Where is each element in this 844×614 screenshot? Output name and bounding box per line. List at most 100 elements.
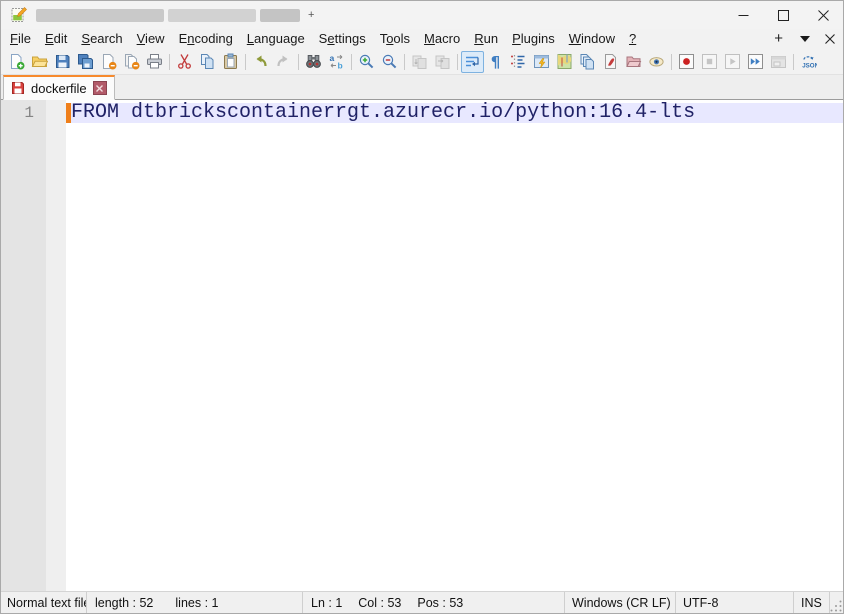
window-title-mark: + — [308, 9, 314, 21]
status-doc-type: Normal text file — [1, 592, 87, 613]
text-content[interactable]: FROM dtbrickscontainerrgt.azurecr.io/pyt… — [71, 100, 843, 591]
app-icon — [10, 6, 28, 24]
menu-macro[interactable]: Macro — [417, 29, 467, 49]
new-tab-button[interactable]: + — [766, 30, 791, 48]
status-lines: lines : 1 — [175, 596, 218, 610]
status-pos: Pos : 53 — [417, 596, 463, 610]
menu-language[interactable]: Language — [240, 29, 312, 49]
maximize-icon — [778, 10, 789, 21]
open-file-icon[interactable] — [28, 51, 51, 73]
maximize-button[interactable] — [763, 1, 803, 29]
status-ln: Ln : 1 — [311, 596, 342, 610]
toolbar-separator — [671, 54, 672, 70]
title-bar: + — [1, 1, 843, 29]
window-title-redacted — [36, 9, 164, 22]
menu-file[interactable]: File — [3, 29, 38, 49]
tab-dockerfile[interactable]: dockerfile — [3, 75, 115, 100]
svg-text:a: a — [330, 53, 335, 63]
word-wrap-icon[interactable] — [461, 51, 484, 73]
zoom-in-icon[interactable] — [355, 51, 378, 73]
close-all-icon[interactable] — [120, 51, 143, 73]
save-all-icon[interactable] — [74, 51, 97, 73]
status-eol-format[interactable]: Windows (CR LF) — [565, 592, 676, 613]
copy-icon[interactable] — [196, 51, 219, 73]
menu-bar: File Edit Search View Encoding Language … — [1, 29, 843, 49]
folder-as-workspace-icon[interactable] — [622, 51, 645, 73]
status-bar: Normal text file length : 52 lines : 1 L… — [1, 591, 843, 613]
status-encoding[interactable]: UTF-8 — [676, 592, 794, 613]
sync-vertical-scroll-icon[interactable] — [408, 51, 431, 73]
toolbar-separator — [298, 54, 299, 70]
document-list-icon[interactable] — [576, 51, 599, 73]
macro-run-multiple-icon[interactable] — [744, 51, 767, 73]
document-edit-icon[interactable] — [599, 51, 622, 73]
show-all-characters-icon[interactable]: ¶ — [484, 51, 507, 73]
function-list-icon[interactable] — [530, 51, 553, 73]
paste-icon[interactable] — [219, 51, 242, 73]
cut-icon[interactable] — [173, 51, 196, 73]
menu-help[interactable]: ? — [622, 29, 643, 49]
status-insert-mode[interactable]: INS — [794, 592, 830, 613]
monitoring-icon[interactable] — [645, 51, 668, 73]
tab-label: dockerfile — [31, 81, 87, 96]
new-file-icon[interactable] — [5, 51, 28, 73]
menu-edit[interactable]: Edit — [38, 29, 74, 49]
resize-grip[interactable] — [830, 592, 843, 613]
print-icon[interactable] — [143, 51, 166, 73]
menu-view[interactable]: View — [130, 29, 172, 49]
redo-icon[interactable] — [272, 51, 295, 73]
line-number-gutter: 1 — [1, 100, 46, 591]
toolbar-separator — [245, 54, 246, 70]
status-doc-size: length : 52 lines : 1 — [87, 592, 303, 613]
menu-encoding[interactable]: Encoding — [172, 29, 240, 49]
close-file-icon[interactable] — [97, 51, 120, 73]
show-indent-guide-icon[interactable] — [507, 51, 530, 73]
tab-close-button[interactable] — [93, 81, 107, 95]
menu-search[interactable]: Search — [74, 29, 129, 49]
window-title-redacted — [168, 9, 256, 22]
svg-text:JSON: JSON — [802, 63, 817, 70]
tab-close-icon — [96, 85, 103, 92]
window-title-redacted — [260, 9, 300, 22]
menu-settings[interactable]: Settings — [312, 29, 373, 49]
menu-run[interactable]: Run — [467, 29, 505, 49]
close-tab-icon — [825, 34, 835, 44]
resize-grip-icon — [830, 600, 843, 613]
menu-window[interactable]: Window — [562, 29, 622, 49]
find-icon[interactable] — [302, 51, 325, 73]
macro-stop-icon[interactable] — [698, 51, 721, 73]
minimize-icon — [738, 10, 749, 21]
close-button[interactable] — [803, 1, 843, 29]
bookmark-margin[interactable] — [46, 100, 66, 591]
line-number: 1 — [1, 103, 46, 123]
macro-save-icon[interactable] — [767, 51, 790, 73]
notepad-plus-plus-window: + File Edit Search View Encoding Languag… — [0, 0, 844, 614]
tab-list-dropdown-icon[interactable] — [800, 36, 810, 42]
code-line-1[interactable]: FROM dtbrickscontainerrgt.azurecr.io/pyt… — [71, 103, 843, 123]
toolbar-separator — [404, 54, 405, 70]
toolbar-separator — [169, 54, 170, 70]
toolbar: ab ¶ JSON — [1, 49, 843, 75]
menu-plugins[interactable]: Plugins — [505, 29, 562, 49]
json-viewer-icon[interactable]: JSON — [797, 51, 820, 73]
macro-record-icon[interactable] — [675, 51, 698, 73]
undo-icon[interactable] — [249, 51, 272, 73]
document-map-icon[interactable] — [553, 51, 576, 73]
toolbar-separator — [351, 54, 352, 70]
save-file-icon[interactable] — [51, 51, 74, 73]
tab-bar: dockerfile — [1, 75, 843, 100]
zoom-out-icon[interactable] — [378, 51, 401, 73]
status-length: length : 52 — [95, 596, 153, 610]
toolbar-separator — [793, 54, 794, 70]
menu-tools[interactable]: Tools — [373, 29, 417, 49]
unsaved-floppy-icon — [11, 81, 25, 95]
minimize-button[interactable] — [723, 1, 763, 29]
status-cursor-position: Ln : 1 Col : 53 Pos : 53 — [303, 592, 565, 613]
macro-playback-icon[interactable] — [721, 51, 744, 73]
editor-area[interactable]: 1 FROM dtbrickscontainerrgt.azurecr.io/p… — [1, 100, 843, 591]
replace-icon[interactable]: ab — [325, 51, 348, 73]
close-tab-button[interactable] — [819, 34, 843, 44]
sync-horizontal-scroll-icon[interactable] — [431, 51, 454, 73]
close-icon — [818, 10, 829, 21]
svg-text:b: b — [338, 61, 343, 71]
